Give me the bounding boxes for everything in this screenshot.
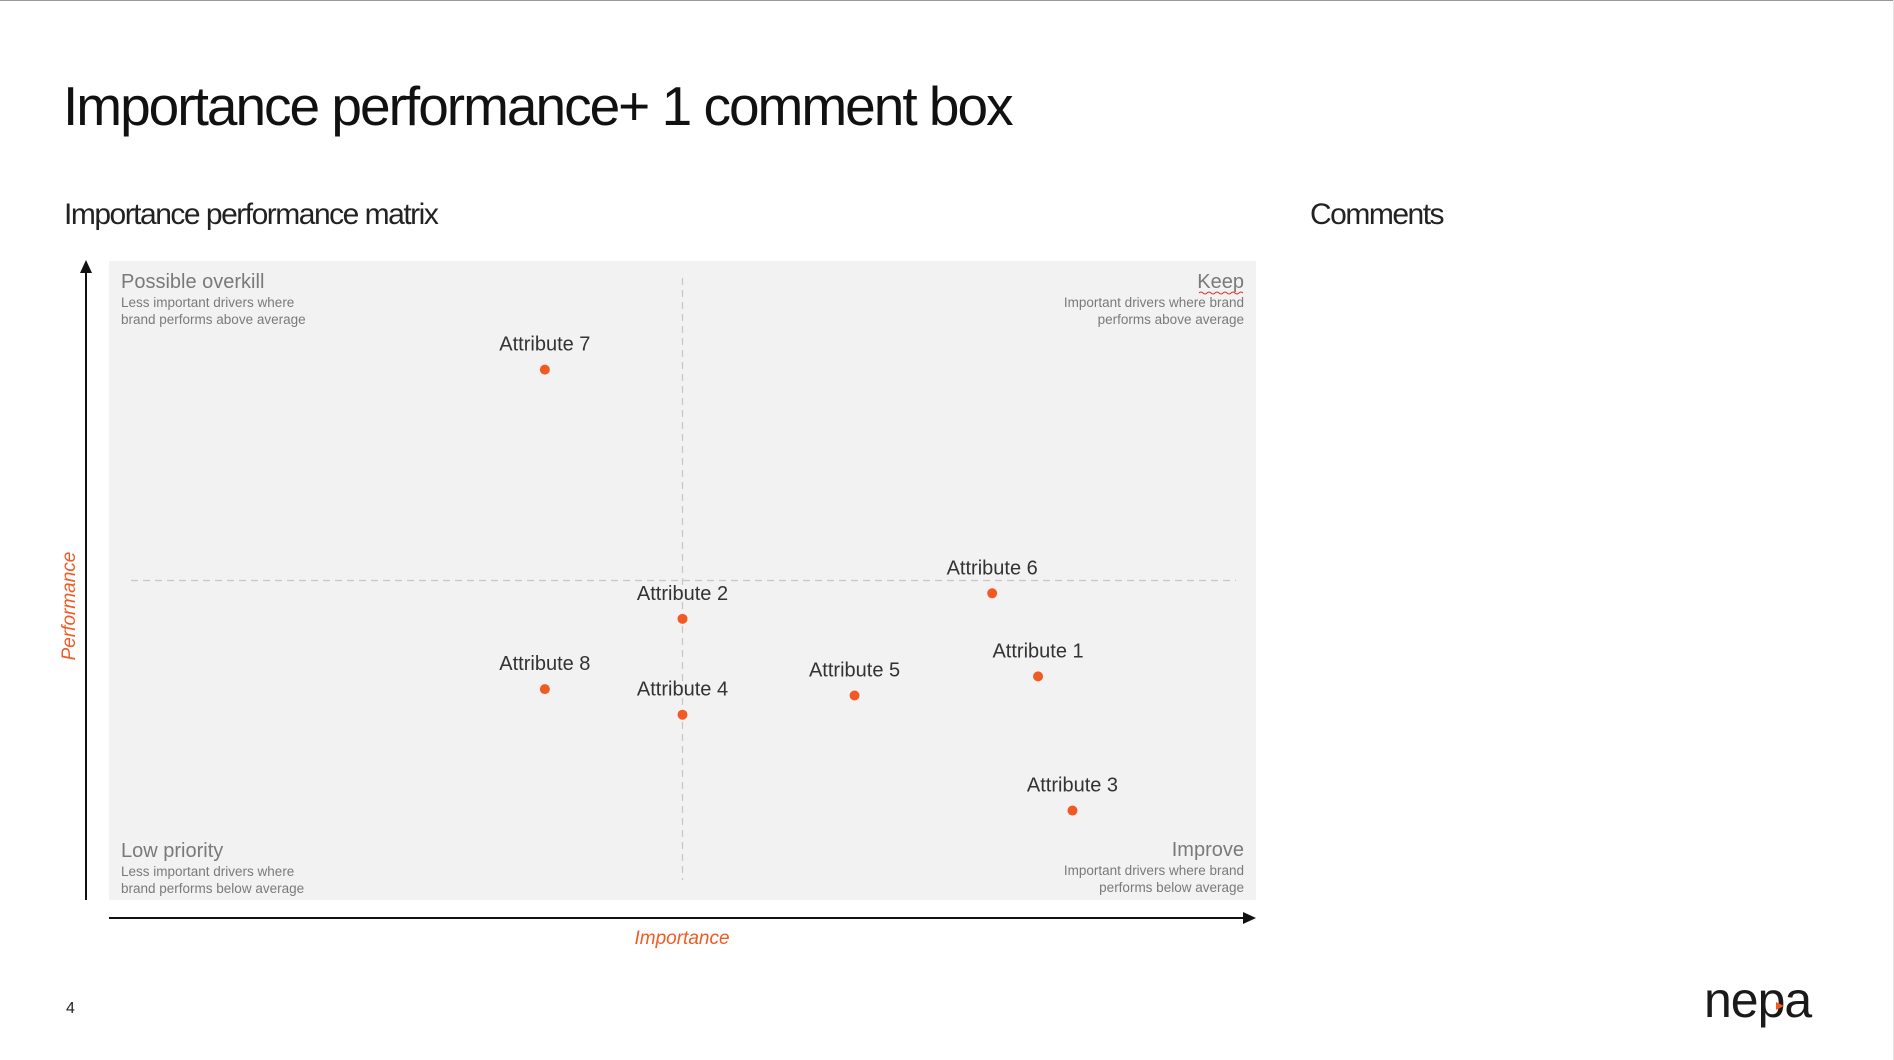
data-point-marker xyxy=(1033,671,1044,682)
data-point-marker xyxy=(849,690,860,701)
quadrant-title: Keep xyxy=(1197,271,1244,293)
quadrant-description: performs above average xyxy=(1098,312,1244,327)
quadrant-title: Low priority xyxy=(121,840,223,862)
y-axis-arrow-icon xyxy=(80,260,92,273)
y-axis-label: Performance xyxy=(59,552,80,661)
quadrant-description: brand performs below average xyxy=(121,881,304,896)
quadrant-description: performs below average xyxy=(1099,880,1244,895)
data-point-label: Attribute 4 xyxy=(637,679,728,701)
data-point-marker xyxy=(677,613,688,624)
importance-performance-chart: Importance Performance Possible overkill… xyxy=(59,260,1256,949)
quadrant-description: Less important drivers where xyxy=(121,295,294,310)
data-point-label: Attribute 5 xyxy=(809,660,900,682)
quadrant-description: Less important drivers where xyxy=(121,864,294,879)
page-number: 4 xyxy=(66,1000,75,1017)
data-point-label: Attribute 7 xyxy=(499,334,590,356)
data-point-marker xyxy=(539,684,550,695)
x-axis-arrow-icon xyxy=(1243,912,1256,924)
quadrant-description: Important drivers where brand xyxy=(1064,863,1244,878)
quadrant-title: Improve xyxy=(1172,839,1244,861)
nepa-logo: nepa xyxy=(1704,975,1813,1028)
x-axis-label: Importance xyxy=(634,928,729,949)
data-point-label: Attribute 3 xyxy=(1027,775,1118,797)
data-point-label: Attribute 6 xyxy=(947,557,1038,579)
data-point-marker xyxy=(677,709,688,720)
quadrant-title: Possible overkill xyxy=(121,271,264,293)
data-point-marker xyxy=(1067,805,1078,816)
quadrant-description: Important drivers where brand xyxy=(1064,295,1244,310)
data-point-label: Attribute 8 xyxy=(499,653,590,675)
data-point-marker xyxy=(539,364,550,375)
quadrant-description: brand performs above average xyxy=(121,312,306,327)
data-point-label: Attribute 1 xyxy=(992,640,1083,662)
data-point-marker xyxy=(987,588,998,599)
logo-wordmark: nepa xyxy=(1704,975,1812,1028)
data-point-label: Attribute 2 xyxy=(637,583,728,605)
